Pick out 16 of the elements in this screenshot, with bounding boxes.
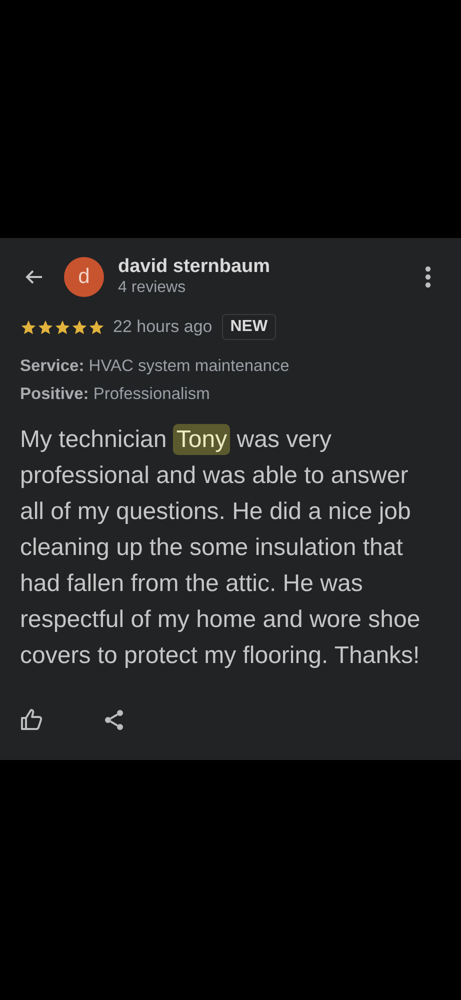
star-icon — [88, 318, 105, 336]
new-badge: NEW — [222, 314, 276, 340]
reviewer-name: david sternbaum — [118, 256, 272, 278]
thumbs-up-icon[interactable] — [20, 708, 44, 732]
review-detail: Service: HVAC system maintenance — [20, 356, 290, 377]
review-detail: Positive: Professionalism — [20, 384, 211, 405]
review-time: 22 hours ago — [113, 317, 212, 337]
more-options-icon[interactable] — [425, 266, 431, 288]
avatar: d — [64, 257, 104, 297]
share-icon[interactable] — [102, 708, 126, 732]
review-text: My technician Tony was very professional and was able to answer all of my questions. He did a nice job cleaning up the some insulation that had fallen from the attic. He was respectful of my home and wore shoe covers to protect my flooring. Thanks! — [20, 423, 422, 671]
star-icon — [54, 318, 71, 336]
star-icon — [71, 318, 88, 336]
star-icon — [37, 318, 54, 336]
review-count: 4 reviews — [118, 278, 187, 298]
star-icon — [20, 318, 37, 336]
